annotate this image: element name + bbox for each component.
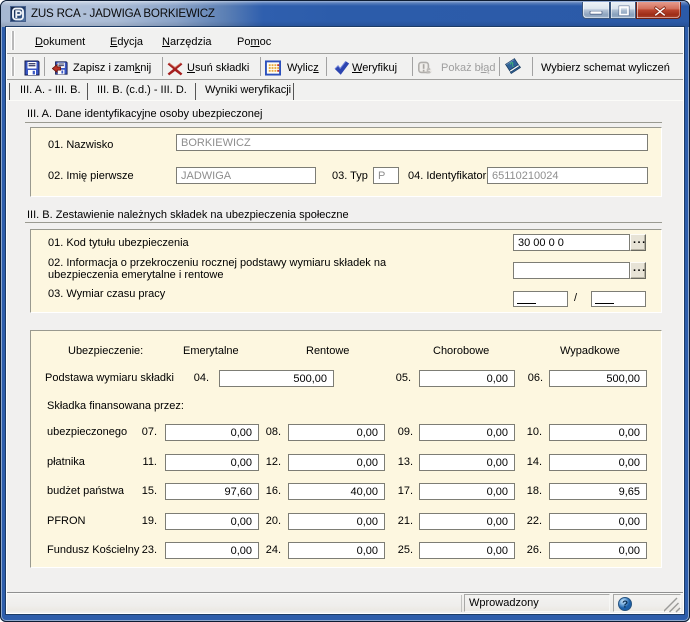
svg-text:?: ?	[622, 600, 628, 611]
